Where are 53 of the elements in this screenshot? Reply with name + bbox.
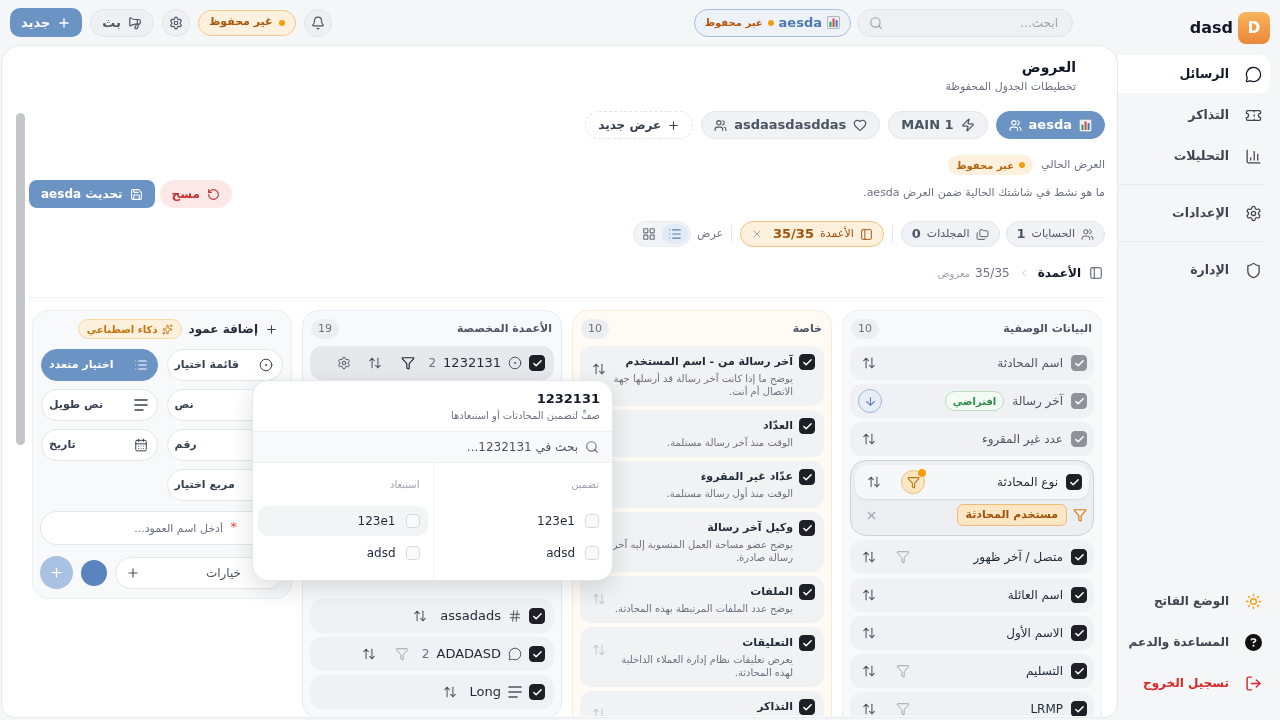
column-title: الملفات [749,584,793,600]
popover-subtitle: صفِّ لتضمين المحادثات أو استبعادها [450,409,600,423]
shown-label: معروض [937,266,971,281]
column-label: عدد غير المقروء [982,431,1063,448]
shown-count: 35/35 [975,265,1010,282]
column-label: التسليم [1026,663,1063,680]
column-count: 10 [581,319,609,339]
popover-column-label: استبعاد [388,478,421,492]
column-label: ADADASD [436,645,501,664]
column-label: Long [469,683,501,702]
unsaved-status-text: غير محفوظ [956,158,1015,173]
column-count: 19 [311,319,339,339]
column-label: آخر رسالة [1012,392,1063,410]
display-label: عرض [697,225,723,242]
column-title: التذاكر [755,699,793,715]
filter-count: 2 [428,355,437,372]
column-label: اسم المحادثة [997,355,1063,372]
current-view-description: ما هو نشط في شاشتك الحالية ضمن العرض aesda. [863,186,1105,200]
required-mark: * [230,519,237,535]
column-label: LRMP [1030,701,1063,716]
column-label: 1232131 [443,354,501,373]
column-label: متصل / آخر ظهور [973,548,1063,566]
column-description: يعرض تعليقات نظام إدارة العملاء الداخلية لهذه المحادثة. [620,653,793,679]
current-view-label: العرض الحالي [1041,156,1105,173]
column-title: وكيل آخر رسالة [706,520,793,536]
group-title: خاصة [792,320,822,337]
column-label: اسم العائلة [1007,587,1063,604]
column-label: assadads [440,607,501,626]
column-label: نوع المحادثة [997,474,1058,491]
column-title: العدّاد [762,418,793,434]
breadcrumb-title: الأعمدة [1037,264,1081,282]
brand-name: dasd [1189,17,1233,39]
column-title: عدّاد غير المقروء [699,469,793,485]
panel-subtitle: تخطيطات الجدول المحفوظة [944,80,1076,94]
filter-count: 2 [421,646,430,663]
column-description: الوقت منذ أول رسالة مستلمة. [665,487,793,500]
default-tag: افتراضي [944,391,1005,411]
brand-logo: D [1238,12,1270,44]
panel-title: العروض [1020,58,1076,76]
add-column-title: إضافة عمود [188,321,258,338]
column-count: 10 [851,319,879,339]
column-label: الاسم الأول [1006,624,1063,642]
column-description: يوضح عدد الملفات المرتبطة بهذه المحادثة. [613,602,793,615]
unsaved-status-text: غير محفوظ [208,14,273,31]
group-title: الأعمدة المخصصة [456,320,552,337]
popover-title: 1232131 [535,390,600,408]
column-description: يوضح ما إذا كانت آخر رسالة قد أرسلها جهة الاتصال أم أنت. [612,372,793,398]
popover-column-label: تضمين [570,478,600,492]
column-title: التعليقات [741,635,793,651]
column-title: آخر رسالة من - اسم المستخدم [624,354,793,370]
column-description: يوضح عضو مساحة العمل المنسوبة إليه آخر رسالة صادرة. [612,538,793,564]
group-title: البيانات الوصفية [1003,320,1092,337]
column-description: الوقت منذ آخر رسالة مستلمة. [666,436,793,449]
